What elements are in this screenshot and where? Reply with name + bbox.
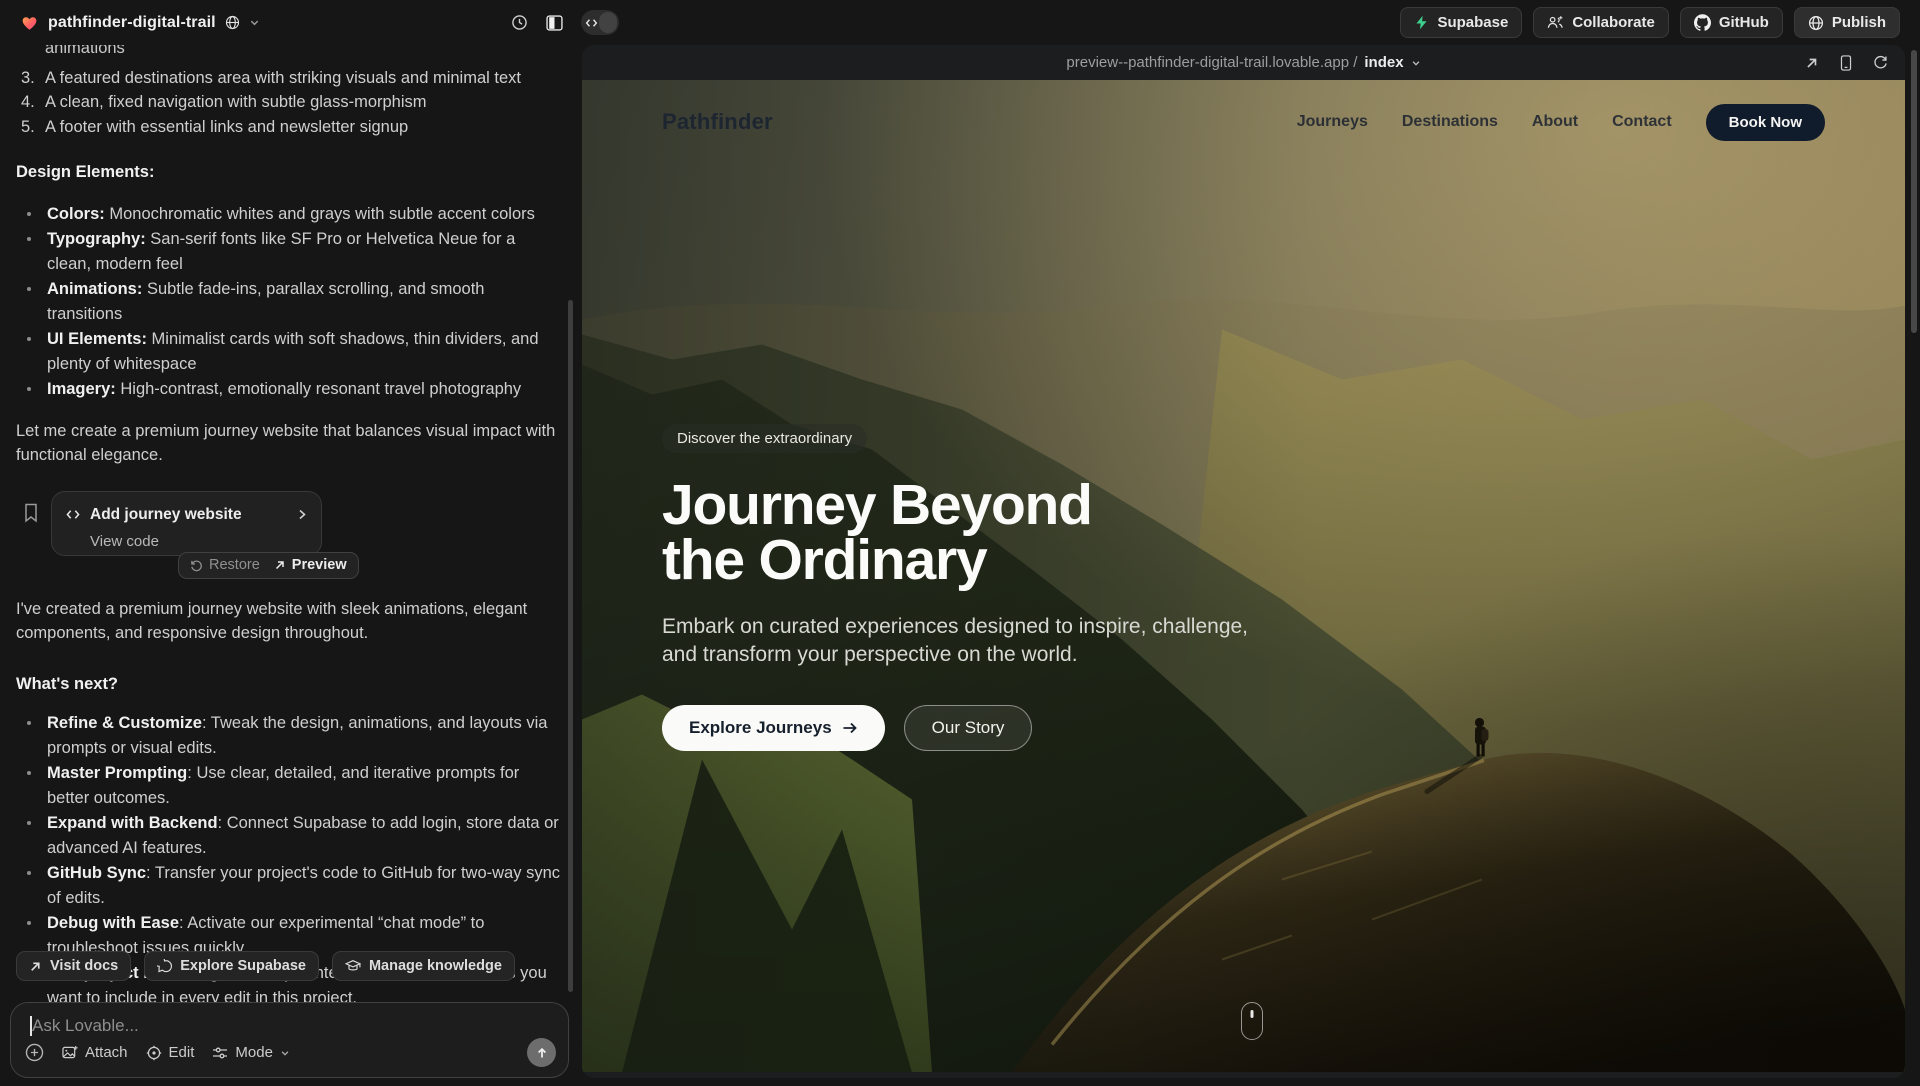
- preview-url-bar: preview--pathfinder-digital-trail.lovabl…: [582, 45, 1905, 80]
- restore-button[interactable]: Restore: [190, 553, 260, 578]
- project-name[interactable]: pathfinder-digital-trail: [48, 14, 216, 32]
- list-item: Expand with Backend: Connect Supabase to…: [16, 811, 561, 861]
- our-story-button[interactable]: Our Story: [904, 705, 1033, 751]
- panel-toggle-icon[interactable]: [546, 15, 563, 31]
- github-button[interactable]: GitHub: [1680, 7, 1783, 38]
- quick-actions-row: Visit docs Explore Supabase Manage knowl…: [16, 951, 515, 981]
- list-item: 5.A footer with essential links and news…: [16, 115, 561, 140]
- external-link-icon: [29, 960, 42, 973]
- collaborate-button[interactable]: Collaborate: [1533, 7, 1669, 38]
- lovable-heart-logo: [20, 14, 39, 32]
- list-item: Colors: Monochromatic whites and grays w…: [16, 202, 561, 227]
- add-button[interactable]: [25, 1043, 44, 1062]
- site-preview: Pathfinder Journeys Destinations About C…: [582, 80, 1905, 1072]
- manage-knowledge-button[interactable]: Manage knowledge: [332, 951, 515, 981]
- edit-button[interactable]: Edit: [146, 1044, 195, 1061]
- code-card[interactable]: Add journey website View code: [51, 491, 322, 556]
- list-item: Imagery: High-contrast, emotionally reso…: [16, 377, 561, 402]
- list-item: Animations: Subtle fade-ins, parallax sc…: [16, 277, 561, 327]
- nav-link-about[interactable]: About: [1532, 113, 1578, 131]
- target-icon: [146, 1045, 162, 1061]
- lead-paragraph: Let me create a premium journey website …: [16, 419, 561, 468]
- visit-docs-button[interactable]: Visit docs: [16, 951, 131, 981]
- chat-panel: animations 3.A featured destinations are…: [0, 45, 582, 1086]
- card-toolbar: Restore Preview: [178, 552, 359, 579]
- open-external-icon[interactable]: [1805, 56, 1819, 70]
- chat-input-box[interactable]: Ask Lovable... Attach Edit Mode: [10, 1002, 569, 1078]
- code-card-title: Add journey website: [90, 503, 242, 528]
- publish-button[interactable]: Publish: [1794, 7, 1900, 38]
- url-host: preview--pathfinder-digital-trail.lovabl…: [1066, 54, 1357, 71]
- code-icon: [583, 17, 599, 29]
- chevron-down-icon: [1411, 58, 1421, 68]
- arrow-right-icon: [842, 721, 858, 735]
- restore-icon: [190, 559, 203, 572]
- people-icon: [1547, 15, 1564, 30]
- view-code-link[interactable]: View code: [90, 530, 308, 555]
- url-page: index: [1364, 54, 1403, 71]
- chat-input-placeholder: Ask Lovable...: [32, 1016, 139, 1036]
- design-elements-heading: Design Elements:: [16, 160, 561, 185]
- github-icon: [1694, 14, 1711, 31]
- supabase-bolt-icon: [1414, 15, 1429, 30]
- preview-button[interactable]: Preview: [274, 553, 347, 578]
- toggle-knob: [599, 12, 617, 33]
- refresh-icon[interactable]: [1873, 55, 1888, 70]
- send-button[interactable]: [527, 1038, 556, 1067]
- list-item: Master Prompting: Use clear, detailed, a…: [16, 761, 561, 811]
- chat-scrollbar[interactable]: [568, 300, 573, 992]
- scroll-indicator: [1241, 1002, 1263, 1040]
- book-now-button[interactable]: Book Now: [1706, 104, 1825, 141]
- bookmark-icon[interactable]: [23, 503, 39, 523]
- code-preview-toggle[interactable]: [581, 10, 619, 35]
- history-icon[interactable]: [511, 14, 528, 31]
- preview-frame: preview--pathfinder-digital-trail.lovabl…: [582, 45, 1905, 1078]
- nav-link-journeys[interactable]: Journeys: [1297, 113, 1368, 131]
- external-link-icon: [274, 559, 286, 571]
- window-scrollbar[interactable]: [1911, 50, 1917, 333]
- graduation-cap-icon: [345, 959, 361, 973]
- result-paragraph: I've created a premium journey website w…: [16, 597, 561, 646]
- design-elements-list: Colors: Monochromatic whites and grays w…: [16, 202, 561, 402]
- hero-heading: Journey Beyond the Ordinary: [662, 478, 1287, 588]
- list-item: 4.A clean, fixed navigation with subtle …: [16, 90, 561, 115]
- mobile-view-icon[interactable]: [1840, 55, 1852, 71]
- numbered-list: 3.A featured destinations area with stri…: [16, 66, 561, 140]
- chevron-down-icon: [280, 1048, 290, 1058]
- code-card-wrap: Add journey website View code Restore Pr…: [51, 491, 322, 556]
- sliders-icon: [212, 1046, 228, 1060]
- app-top-bar: pathfinder-digital-trail Supabase Col: [0, 0, 1920, 45]
- nav-link-destinations[interactable]: Destinations: [1402, 113, 1498, 131]
- list-item: Typography: San-serif fonts like SF Pro …: [16, 227, 561, 277]
- mode-selector[interactable]: Mode: [212, 1044, 290, 1061]
- list-item: 3.A featured destinations area with stri…: [16, 66, 561, 91]
- explore-supabase-button[interactable]: Explore Supabase: [144, 951, 319, 981]
- list-item: Refine & Customize: Tweak the design, an…: [16, 711, 561, 761]
- list-item: GitHub Sync: Transfer your project's cod…: [16, 861, 561, 911]
- supabase-button[interactable]: Supabase: [1400, 7, 1522, 38]
- whats-next-heading: What's next?: [16, 672, 561, 697]
- explore-journeys-button[interactable]: Explore Journeys: [662, 705, 885, 751]
- list-item: UI Elements: Minimalist cards with soft …: [16, 327, 561, 377]
- code-icon: [65, 508, 81, 521]
- chevron-right-icon: [296, 508, 308, 521]
- nav-link-contact[interactable]: Contact: [1612, 113, 1672, 131]
- attach-button[interactable]: Attach: [62, 1044, 128, 1061]
- site-logo[interactable]: Pathfinder: [662, 109, 773, 135]
- preview-url[interactable]: preview--pathfinder-digital-trail.lovabl…: [1066, 54, 1420, 71]
- chat-bubble-icon: [157, 959, 172, 974]
- globe-status-icon: [225, 15, 240, 30]
- hero-content: Discover the extraordinary Journey Beyon…: [662, 424, 1287, 751]
- site-navbar: Pathfinder Journeys Destinations About C…: [582, 80, 1905, 164]
- image-icon: [62, 1045, 78, 1060]
- project-menu-chevron-icon[interactable]: [249, 17, 260, 28]
- chat-message-area: animations 3.A featured destinations are…: [16, 36, 561, 1011]
- hero-badge: Discover the extraordinary: [662, 424, 867, 453]
- publish-globe-icon: [1808, 15, 1824, 31]
- hero-subtitle: Embark on curated experiences designed t…: [662, 613, 1287, 669]
